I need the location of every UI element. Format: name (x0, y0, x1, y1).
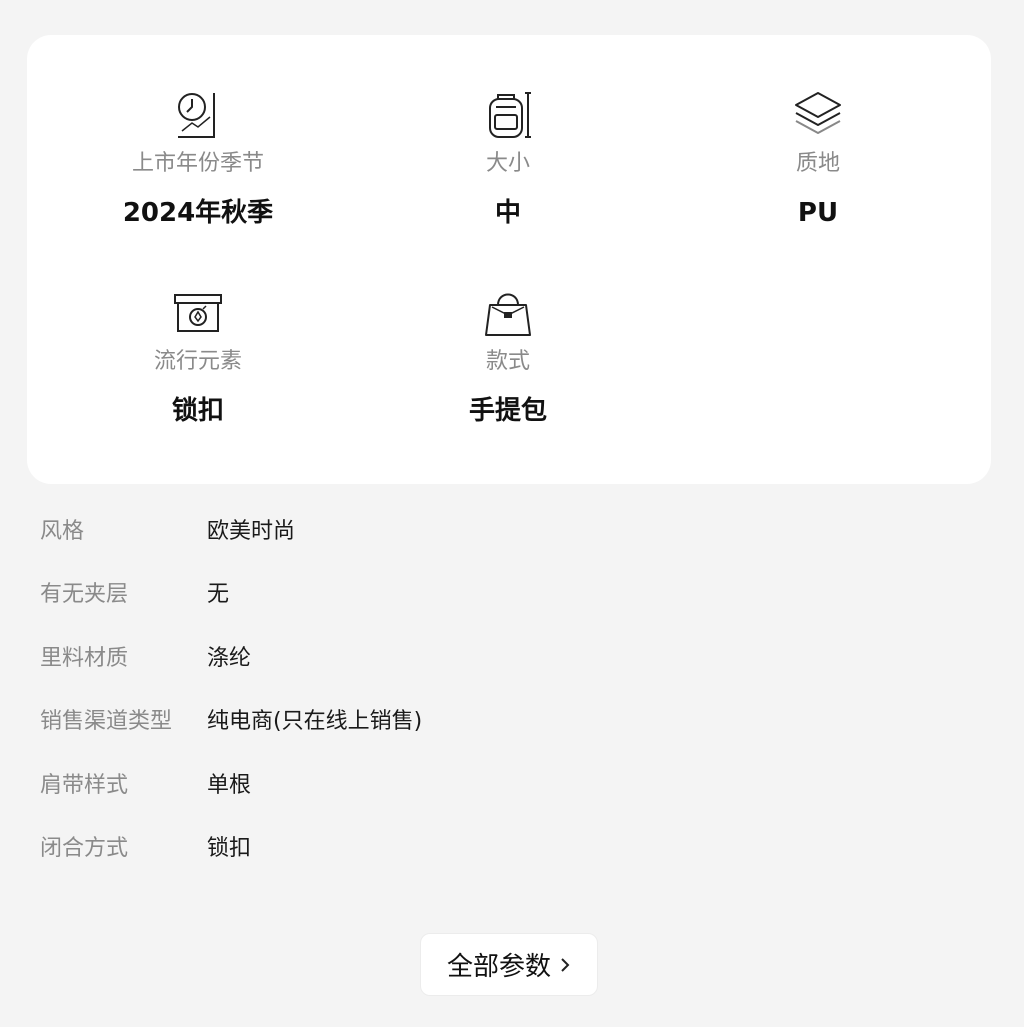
spec-key: 闭合方式 (40, 836, 129, 862)
attributes-card: 上市年份季节 2024年秋季 大小 中 质地 PU 流行元素 锁扣 款式 手提包 (27, 35, 991, 484)
attr-value: 2024年秋季 (122, 198, 274, 228)
spec-value: 纯电商(只在线上销售) (207, 709, 423, 735)
spec-row: 销售渠道类型 纯电商(只在线上销售) (40, 688, 980, 752)
all-params-label: 全部参数 (446, 952, 551, 982)
spec-row: 闭合方式 锁扣 (40, 815, 980, 879)
attr-value: 中 (494, 198, 521, 228)
attr-value: 手提包 (468, 396, 547, 426)
attr-material: 质地 PU (698, 87, 938, 229)
calendar-chart-icon (178, 93, 215, 138)
specs-list: 风格 欧美时尚 有无夹层 无 里料材质 涤纶 销售渠道类型 纯电商(只在线上销售… (40, 497, 980, 878)
spec-value: 单根 (207, 772, 252, 798)
spec-key: 销售渠道类型 (40, 709, 173, 735)
spec-row: 里料材质 涤纶 (40, 624, 980, 688)
attr-label: 流行元素 (153, 349, 242, 374)
spec-key: 肩带样式 (40, 772, 129, 798)
attr-trend-element: 流行元素 锁扣 (78, 285, 318, 427)
backpack-size-icon (489, 92, 531, 138)
attr-value: PU (797, 198, 839, 228)
attr-label: 大小 (485, 151, 530, 176)
attr-release-season: 上市年份季节 2024年秋季 (78, 87, 318, 229)
attr-label: 质地 (795, 151, 840, 176)
attr-value: 锁扣 (171, 396, 224, 426)
spec-row: 肩带样式 单根 (40, 751, 980, 815)
spec-value: 无 (207, 582, 230, 608)
spec-key: 风格 (40, 518, 85, 544)
attr-style: 款式 手提包 (388, 285, 628, 427)
spec-value: 欧美时尚 (207, 518, 296, 544)
handbag-icon (485, 293, 531, 336)
attr-size: 大小 中 (388, 87, 628, 229)
chevron-right-icon (561, 957, 570, 972)
spec-key: 有无夹层 (40, 582, 129, 608)
spec-row: 风格 欧美时尚 (40, 497, 980, 561)
all-params-button[interactable]: 全部参数 (420, 933, 598, 996)
spec-key: 里料材质 (40, 645, 129, 671)
spec-value: 锁扣 (207, 836, 252, 862)
attr-label: 上市年份季节 (131, 151, 264, 176)
spec-row: 有无夹层 无 (40, 561, 980, 625)
trend-box-icon (174, 294, 222, 332)
layers-icon (795, 92, 841, 134)
attr-label: 款式 (485, 349, 530, 374)
spec-value: 涤纶 (207, 645, 252, 671)
